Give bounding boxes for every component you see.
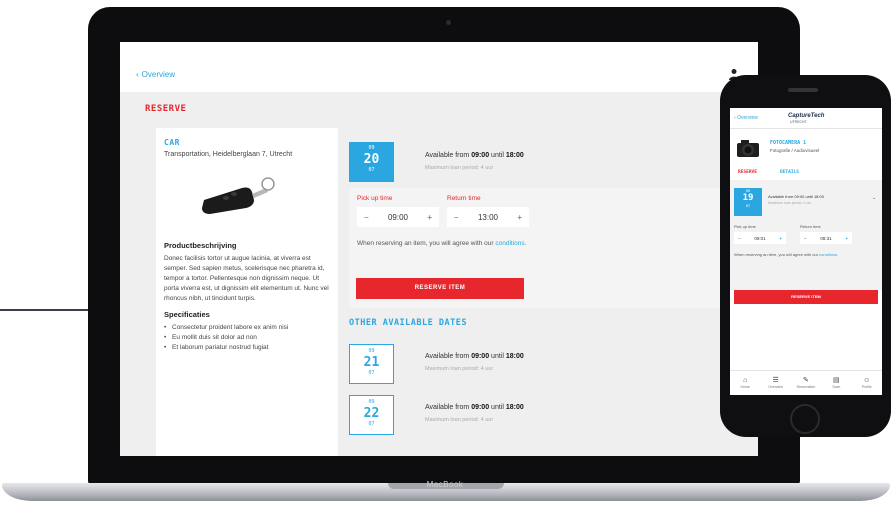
availability-text: Available from 09:00 until 18:00 [768, 194, 824, 199]
item-subtitle: Fotografie / Audiovisueel [770, 148, 820, 153]
decrement-button[interactable]: − [364, 213, 369, 222]
return-time-stepper[interactable]: − 13:00 + [447, 207, 529, 227]
phone-back-button[interactable]: ‹ Overview [734, 115, 758, 121]
profile-icon: ☺ [863, 377, 871, 384]
selected-date-tile[interactable]: 09 20 07 [349, 142, 394, 182]
back-button[interactable]: ‹ Overview [136, 70, 175, 79]
return-time-stepper[interactable]: − 08:31 + [800, 232, 852, 244]
increment-button[interactable]: + [517, 213, 522, 222]
nav-home[interactable]: ⌂ Home [732, 377, 758, 389]
pickup-label: Pick up time [734, 224, 756, 229]
decrement-button[interactable]: − [804, 236, 807, 241]
conditions-link[interactable]: conditions. [495, 240, 526, 247]
location-address: Transportation, Heidelberglaan 7, Utrech… [164, 151, 293, 158]
pickup-label: Pick up time [357, 195, 393, 202]
tab-reserve[interactable]: RESERVE [738, 170, 757, 175]
pickup-time-stepper[interactable]: − 09:00 + [357, 207, 439, 227]
date-availability: Available from 09:00 until 18:00 [425, 353, 524, 360]
increment-button[interactable]: + [427, 213, 432, 222]
return-label: Return time [800, 224, 821, 229]
brand-logo-sub: UTRECHT [790, 120, 807, 124]
terms-notice: When reserving an item, you will agree w… [357, 240, 527, 247]
phone-speaker [788, 88, 818, 92]
car-key-image [202, 177, 275, 214]
laptop-camera [446, 20, 451, 25]
decrement-button[interactable]: − [454, 213, 459, 222]
phone-home-button[interactable] [790, 404, 820, 434]
item-title: FOTOCAMERA 1 [770, 140, 807, 146]
home-icon: ⌂ [743, 377, 748, 384]
nav-overview[interactable]: ☰ Overview [763, 377, 789, 389]
pickup-time-value: 09:00 [387, 212, 409, 222]
date-loan-period: Maximum loan period: 4 uur [425, 417, 494, 423]
nav-reservation[interactable]: ✎ Reservation [793, 377, 819, 389]
reserve-heading: RESERVE [145, 104, 187, 114]
laptop-brand-label: MacBook [426, 480, 464, 489]
brand-logo: CaptureTech [788, 113, 825, 119]
decrement-button[interactable]: − [738, 236, 741, 241]
top-bar: ‹ Overview [120, 42, 758, 92]
connector-line [0, 309, 92, 311]
phone-screen: ‹ Overview CaptureTech UTRECHT FOTOCAMER… [730, 108, 882, 395]
reserve-item-button[interactable]: RESERVE ITEM [734, 290, 878, 304]
loan-period-text: Maximum loan period: 4 uur [768, 201, 812, 205]
nav-scan[interactable]: ▤ Scan [823, 377, 849, 389]
description-text: Donec facilisis tortor ut augue lacinia,… [164, 255, 329, 302]
description-title: Productbeschrijving [164, 241, 237, 250]
date-tile[interactable]: 09 21 07 [349, 344, 394, 384]
reserve-item-button[interactable]: RESERVE ITEM [356, 278, 524, 299]
tab-details[interactable]: DETAILS [780, 170, 799, 175]
other-dates-heading: OTHER AVAILABLE DATES [349, 318, 467, 328]
chevron-left-icon: ‹ [136, 70, 139, 79]
terms-notice: When reserving an item, you will agree w… [734, 252, 839, 257]
increment-button[interactable]: + [779, 236, 782, 241]
selected-loan-period: Maximum loan period: 4 uur [425, 165, 494, 171]
selected-availability: Available from 09:00 until 18:00 [425, 152, 524, 159]
specifications-title: Specificaties [164, 310, 210, 319]
camera-image [737, 140, 759, 157]
time-selection-panel: Pick up time Return time − 09:00 + − 13:… [349, 188, 729, 308]
list-icon: ☰ [772, 377, 779, 384]
divider [730, 128, 882, 129]
location-title: CAR [164, 138, 180, 147]
specifications-list: Consectetur proident labore ex anim nisi… [164, 323, 330, 353]
scan-icon: ▤ [833, 377, 840, 384]
list-item: Consectetur proident labore ex anim nisi [164, 323, 330, 333]
return-label: Return time [447, 195, 481, 202]
date-loan-period: Maximum loan period: 4 uur [425, 366, 494, 372]
chevron-down-icon[interactable]: ⌄ [872, 195, 876, 201]
conditions-link[interactable]: conditions. [819, 252, 838, 257]
selected-date-tile[interactable]: 09 19 07 [734, 188, 762, 216]
laptop-screen: ‹ Overview RESERVE CAR Transportation, He… [120, 42, 758, 456]
return-time-value: 13:00 [477, 212, 499, 222]
increment-button[interactable]: + [845, 236, 848, 241]
product-info-card: CAR Transportation, Heidelberglaan 7, Ut… [156, 128, 338, 456]
bottom-nav: ⌂ Home ☰ Overview ✎ Reservation ▤ Scan ☺ Prof… [730, 370, 882, 395]
pencil-icon: ✎ [803, 377, 809, 384]
date-tile[interactable]: 09 22 07 [349, 395, 394, 435]
list-item: Et laborum pariatur nostrud fugiat [164, 343, 330, 353]
pickup-time-stepper[interactable]: − 09:01 + [734, 232, 786, 244]
list-item: Eu mollit duis sit dolor ad non [164, 333, 330, 343]
date-availability: Available from 09:00 until 18:00 [425, 404, 524, 411]
nav-profile[interactable]: ☺ Profile [854, 377, 880, 389]
